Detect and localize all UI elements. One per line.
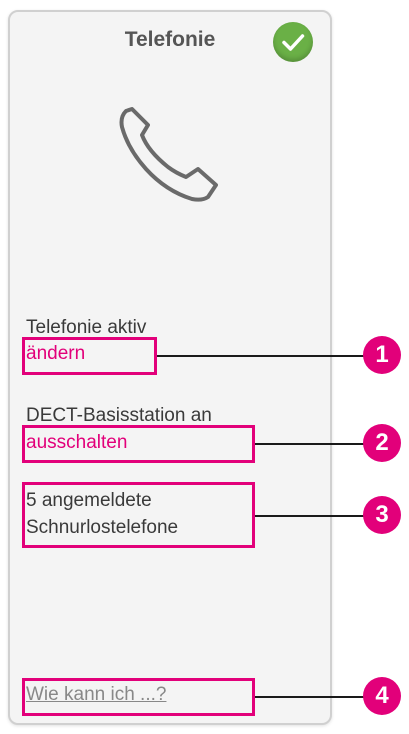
callout-box-3: [22, 482, 255, 548]
callout-line-3: [255, 515, 365, 517]
callout-line-4: [255, 696, 365, 698]
callout-badge-3: 3: [363, 496, 401, 534]
callout-badge-1: 1: [363, 336, 401, 374]
status-check-icon: [273, 22, 313, 62]
callout-box-4: [22, 678, 255, 716]
phone-icon: [118, 103, 222, 208]
callout-box-1: [22, 337, 157, 375]
callout-line-2: [255, 443, 365, 445]
callout-badge-4: 4: [363, 677, 401, 715]
callout-badge-2: 2: [363, 424, 401, 462]
callout-box-2: [22, 425, 255, 463]
callout-line-1: [157, 355, 365, 357]
